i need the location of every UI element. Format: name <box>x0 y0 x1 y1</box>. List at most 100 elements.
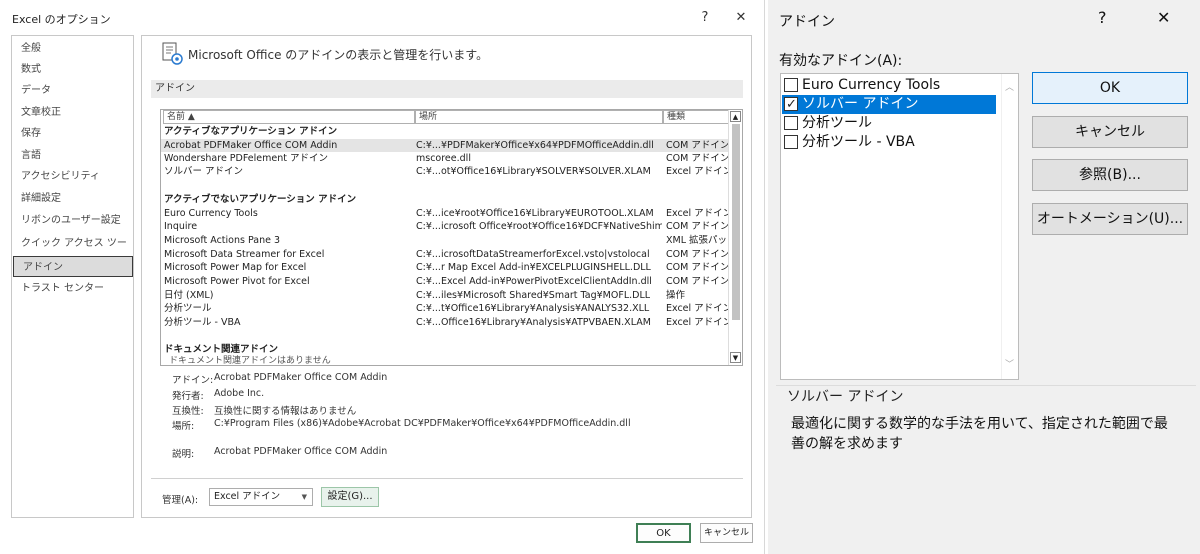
list-item[interactable]: Euro Currency Tools <box>782 76 996 95</box>
table-row[interactable]: 分析ツール - VBA C:¥...Office16¥Library¥Analy… <box>161 316 729 329</box>
description-title: ソルバー アドイン <box>784 386 907 406</box>
table-scrollbar[interactable]: ▲ ▼ <box>728 110 742 365</box>
table-row[interactable]: Inquire C:¥...icrosoft Office¥root¥Offic… <box>161 220 729 233</box>
nav-item-trust-center[interactable]: トラスト センター <box>12 278 133 299</box>
list-scrollbar[interactable]: ︿ ﹀ <box>1001 74 1018 379</box>
cell-type: Excel アドイン <box>666 317 729 328</box>
cancel-button[interactable]: キャンセル <box>1032 116 1188 148</box>
checkmark-icon: ✓ <box>786 97 797 112</box>
cancel-button[interactable]: キャンセル <box>700 523 753 543</box>
cell-location: C:¥...Excel Add-in¥PowerPivotExcelClient… <box>416 276 652 287</box>
chevron-up-icon[interactable]: ︿ <box>1005 80 1014 93</box>
detail-desc-value: Acrobat PDFMaker Office COM Addin <box>214 446 388 457</box>
close-button[interactable]: ✕ <box>728 6 754 30</box>
checkbox[interactable]: ✓ <box>784 97 798 112</box>
cell-name: Inquire <box>164 221 198 232</box>
column-header-name[interactable]: 名前 ▲ <box>163 110 415 124</box>
nav-item-addins[interactable]: アドイン <box>13 256 133 277</box>
available-addins-label: 有効なアドイン(A): <box>779 53 903 69</box>
cell-type: COM アドイン <box>666 221 729 232</box>
cell-location: C:¥...¥PDFMaker¥Office¥x64¥PDFMOfficeAdd… <box>416 140 654 151</box>
table-row[interactable]: Microsoft Power Map for Excel C:¥...r Ma… <box>161 261 729 274</box>
detail-desc-label: 説明: <box>172 449 195 460</box>
addins-list[interactable]: Euro Currency Tools ✓ ソルバー アドイン 分析ツール 分析… <box>780 73 1019 380</box>
options-nav: 全般 数式 データ 文章校正 保存 言語 アクセシビリティ 詳細設定 リボンのユ… <box>11 35 134 518</box>
addins-settings-icon <box>162 42 183 65</box>
column-header-location[interactable]: 場所 <box>415 110 663 124</box>
cell-type: COM アドイン <box>666 276 729 287</box>
table-row[interactable]: Acrobat PDFMaker Office COM Addin C:¥...… <box>161 139 729 152</box>
cell-name: 分析ツール - VBA <box>164 317 241 328</box>
chevron-down-icon: ▼ <box>301 493 307 501</box>
table-row[interactable]: 分析ツール C:¥...t¥Office16¥Library¥Analysis¥… <box>161 302 729 315</box>
chevron-down-icon[interactable]: ﹀ <box>1005 357 1014 370</box>
nav-item-data[interactable]: データ <box>12 80 133 101</box>
detail-addin-label: アドイン: <box>172 375 214 386</box>
checkbox[interactable] <box>784 116 798 130</box>
go-button[interactable]: 設定(G)... <box>321 487 379 507</box>
nav-item-general[interactable]: 全般 <box>12 38 133 59</box>
cell-type: Excel アドイン <box>666 303 729 314</box>
help-button[interactable]: ? <box>692 6 718 30</box>
checkbox[interactable] <box>784 78 798 92</box>
panel-header: Microsoft Office のアドインの表示と管理を行います。 <box>188 48 489 62</box>
nav-item-proofing[interactable]: 文章校正 <box>12 102 133 123</box>
automation-button[interactable]: オートメーション(U)... <box>1032 203 1188 235</box>
table-row[interactable]: ソルバー アドイン C:¥...ot¥Office16¥Library¥SOLV… <box>161 165 729 178</box>
divider <box>151 478 743 479</box>
cell-location: C:¥...ot¥Office16¥Library¥SOLVER¥SOLVER.… <box>416 166 651 177</box>
cell-type: COM アドイン <box>666 262 729 273</box>
excel-options-dialog: Excel のオプション ? ✕ 全般 数式 データ 文章校正 保存 言語 アク… <box>0 0 765 554</box>
list-item-label: ソルバー アドイン <box>802 96 919 112</box>
cell-name: Euro Currency Tools <box>164 208 258 219</box>
table-row[interactable]: 日付 (XML) C:¥...iles¥Microsoft Shared¥Sma… <box>161 289 729 302</box>
list-item-label: 分析ツール - VBA <box>802 134 915 150</box>
cell-name: Microsoft Data Streamer for Excel <box>164 249 325 260</box>
list-item-label: 分析ツール <box>802 115 872 131</box>
detail-publisher-value: Adobe Inc. <box>214 388 265 399</box>
list-item[interactable]: 分析ツール <box>782 114 996 133</box>
scroll-thumb[interactable] <box>732 124 740 320</box>
cell-location: C:¥...t¥Office16¥Library¥Analysis¥ANALYS… <box>416 303 650 314</box>
nav-item-accessibility[interactable]: アクセシビリティ <box>12 166 133 187</box>
cell-name: Acrobat PDFMaker Office COM Addin <box>164 140 338 151</box>
nav-item-save[interactable]: 保存 <box>12 123 133 144</box>
cell-name: Wondershare PDFelement アドイン <box>164 153 328 164</box>
column-header-type[interactable]: 種類 <box>663 110 729 124</box>
cell-location: C:¥...ice¥root¥Office16¥Library¥EUROTOOL… <box>416 208 654 219</box>
cell-name: 日付 (XML) <box>164 290 214 301</box>
scroll-down-icon[interactable]: ▼ <box>730 352 741 363</box>
table-row[interactable]: Microsoft Data Streamer for Excel C:¥...… <box>161 248 729 261</box>
close-button[interactable]: ✕ <box>1157 8 1170 27</box>
detail-compat-label: 互換性: <box>172 406 204 417</box>
cell-location: mscoree.dll <box>416 153 471 164</box>
table-row[interactable]: Euro Currency Tools C:¥...ice¥root¥Offic… <box>161 207 729 220</box>
help-button[interactable]: ? <box>1098 8 1107 27</box>
description-text: 最適化に関する数学的な手法を用いて、指定された範囲で最善の解を求めます <box>791 416 1168 452</box>
list-item[interactable]: ✓ ソルバー アドイン <box>782 95 996 114</box>
nav-item-customize-ribbon[interactable]: リボンのユーザー設定 <box>12 210 133 231</box>
cell-location: C:¥...icrosoft Office¥root¥Office16¥DCF¥… <box>416 221 662 232</box>
table-row[interactable]: Microsoft Actions Pane 3 XML 拡張パック <box>161 234 729 247</box>
nav-item-language[interactable]: 言語 <box>12 145 133 166</box>
manage-select-value: Excel アドイン <box>214 491 281 502</box>
browse-button[interactable]: 参照(B)... <box>1032 159 1188 191</box>
dialog-title: Excel のオプション <box>12 13 111 26</box>
checkbox[interactable] <box>784 135 798 149</box>
cell-type: Excel アドイン <box>666 166 729 177</box>
detail-addin-value: Acrobat PDFMaker Office COM Addin <box>214 372 388 383</box>
nav-item-formulas[interactable]: 数式 <box>12 59 133 80</box>
addins-dialog-title: アドイン <box>779 14 835 30</box>
scroll-up-icon[interactable]: ▲ <box>730 111 741 122</box>
nav-item-advanced[interactable]: 詳細設定 <box>12 188 133 209</box>
table-row[interactable]: Microsoft Power Pivot for Excel C:¥...Ex… <box>161 275 729 288</box>
table-row[interactable]: Wondershare PDFelement アドイン mscoree.dll … <box>161 152 729 165</box>
addins-table[interactable]: 名前 ▲ 場所 種類 アクティブなアプリケーション アドイン Acrobat P… <box>160 109 743 366</box>
manage-select[interactable]: Excel アドイン ▼ <box>209 488 313 506</box>
cell-type: XML 拡張パック <box>666 235 729 246</box>
ok-button[interactable]: OK <box>636 523 691 543</box>
cell-location: C:¥...iles¥Microsoft Shared¥Smart Tag¥MO… <box>416 290 651 301</box>
ok-button[interactable]: OK <box>1032 72 1188 104</box>
nav-item-quick-access[interactable]: クイック アクセス ツール バー <box>12 233 133 270</box>
list-item[interactable]: 分析ツール - VBA <box>782 133 996 152</box>
